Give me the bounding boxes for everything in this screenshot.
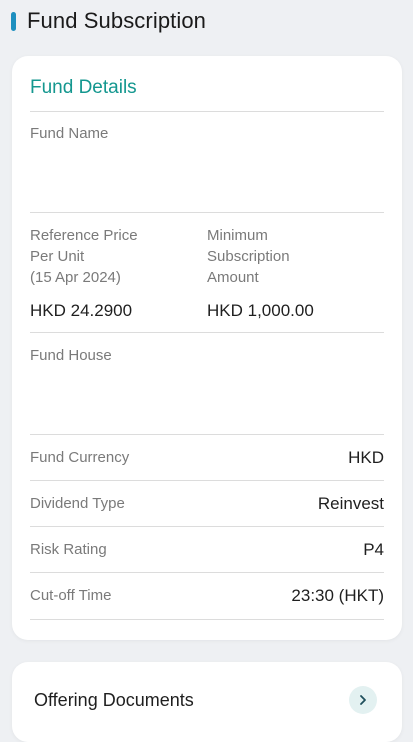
dividend-type-label: Dividend Type — [30, 495, 125, 512]
fund-name-label: Fund Name — [30, 125, 109, 142]
chevron-right-icon[interactable] — [349, 686, 377, 714]
reference-price-label-line1: Reference Price — [30, 227, 138, 244]
header-accent-bar — [11, 12, 16, 31]
divider — [30, 572, 384, 573]
divider — [30, 434, 384, 435]
reference-price-label-line2: Per Unit — [30, 248, 85, 265]
divider — [30, 111, 384, 112]
fund-currency-label: Fund Currency — [30, 449, 130, 466]
page-title: Fund Subscription — [27, 8, 207, 33]
fund-currency-value: HKD — [348, 448, 384, 467]
divider — [30, 619, 384, 620]
divider — [30, 332, 384, 333]
divider — [30, 480, 384, 481]
cutoff-time-label: Cut-off Time — [30, 587, 112, 604]
divider — [30, 212, 384, 213]
divider — [30, 526, 384, 527]
min-subscription-label-line1: Minimum — [207, 227, 268, 244]
fund-house-label: Fund House — [30, 347, 112, 364]
fund-details-title: Fund Details — [30, 77, 137, 98]
risk-rating-label: Risk Rating — [30, 541, 107, 558]
min-subscription-value: HKD 1,000.00 — [207, 301, 314, 320]
min-subscription-label-line2: Subscription — [207, 248, 290, 265]
reference-price-label-line3: (15 Apr 2024) — [30, 269, 121, 286]
page-header: Fund Subscription — [0, 0, 413, 44]
min-subscription-label-line3: Amount — [207, 269, 259, 286]
offering-documents-card[interactable]: Offering Documents — [12, 662, 402, 742]
risk-rating-value: P4 — [363, 540, 384, 559]
offering-documents-label: Offering Documents — [34, 690, 194, 710]
reference-price-value: HKD 24.2900 — [30, 301, 133, 320]
fund-details-card: Fund Details Fund Name Reference Price P… — [12, 56, 402, 640]
dividend-type-value: Reinvest — [317, 494, 384, 513]
cutoff-time-value: 23:30 (HKT) — [291, 586, 384, 605]
